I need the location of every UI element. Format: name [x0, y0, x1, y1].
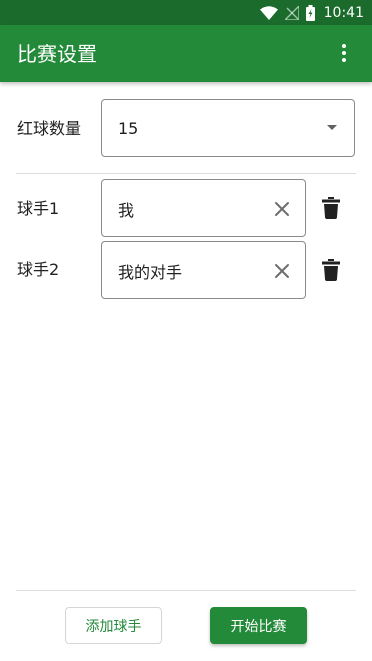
player-2-label: 球手2 — [17, 260, 60, 279]
red-ball-count-value: 15 — [118, 119, 139, 138]
player-2-name-input[interactable] — [118, 259, 268, 283]
delete-icon[interactable] — [322, 259, 340, 281]
start-match-button[interactable]: 开始比赛 — [210, 607, 307, 644]
page-title: 比赛设置 — [17, 42, 97, 66]
more-vert-icon[interactable] — [332, 41, 356, 65]
wifi-icon — [259, 5, 278, 20]
red-ball-count-select[interactable]: 15 — [101, 99, 355, 157]
add-player-button[interactable]: 添加球手 — [65, 607, 162, 644]
status-icons: 10:41 — [259, 3, 364, 22]
status-time: 10:41 — [323, 4, 364, 21]
app-bar: 比赛设置 — [0, 25, 372, 82]
clear-icon[interactable] — [273, 262, 291, 280]
player-1-label: 球手1 — [17, 199, 60, 218]
status-bar: 10:41 — [0, 0, 372, 25]
signal-off-icon — [284, 5, 299, 20]
red-ball-count-label: 红球数量 — [17, 119, 82, 138]
bottom-divider — [16, 590, 356, 591]
delete-icon[interactable] — [322, 197, 340, 219]
player-1-field[interactable] — [101, 179, 306, 237]
player-2-field[interactable] — [101, 241, 306, 299]
player-1-name-input[interactable] — [118, 197, 268, 221]
battery-charging-icon — [305, 4, 315, 21]
clear-icon[interactable] — [273, 200, 291, 218]
dropdown-arrow-icon — [327, 125, 337, 130]
divider — [16, 173, 356, 174]
